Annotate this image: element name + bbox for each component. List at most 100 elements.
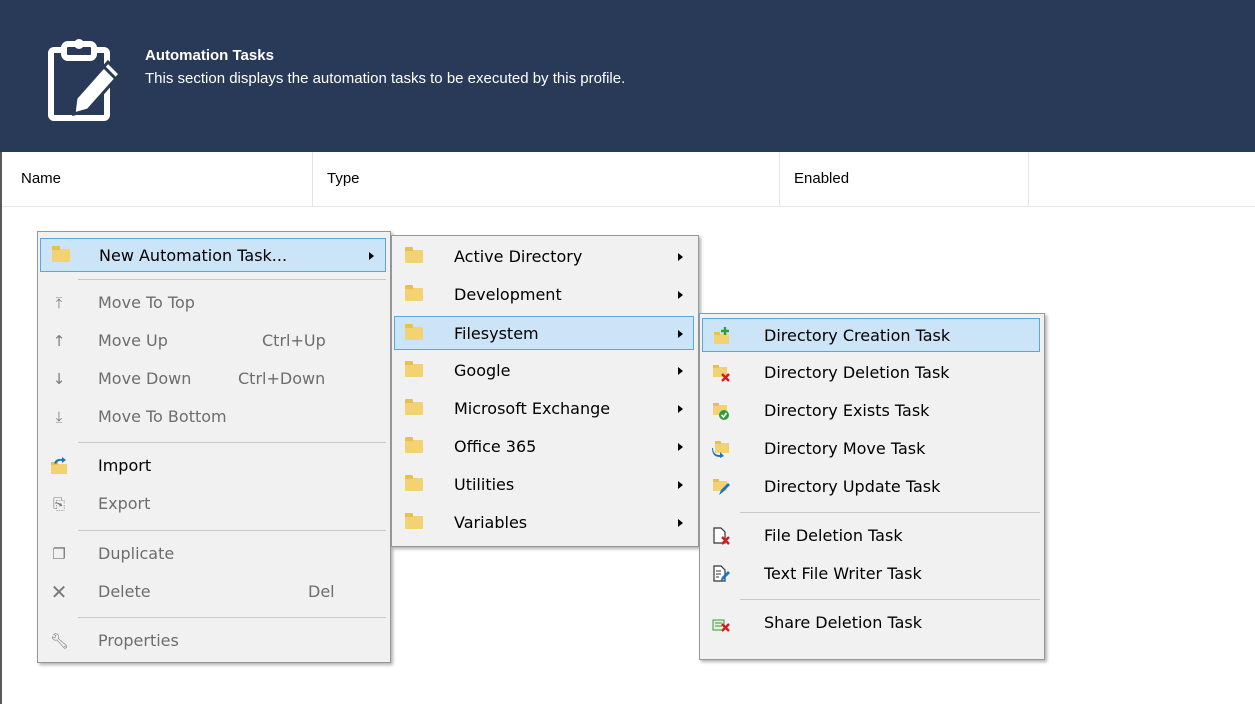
menu-item-utilities[interactable]: Utilities [394,468,694,502]
menu-separator [78,279,386,280]
menu-item-delete[interactable]: ✕ Delete Del [40,575,386,609]
move-to-bottom-icon: ⤓ [55,408,63,426]
menu-separator [78,442,386,443]
column-divider[interactable] [1028,152,1029,206]
arrow-up-icon: ↑ [52,332,66,350]
menu-item-filesystem[interactable]: Filesystem [394,316,694,350]
menu-item-label: Move To Bottom [98,407,227,426]
menu-separator [78,530,386,531]
submenu-arrow-icon [678,291,683,299]
menu-item-directory-exists-task[interactable]: Directory Exists Task [702,394,1040,428]
filesystem-submenu: Directory Creation Task Directory Deleti… [699,313,1045,660]
folder-move-icon [712,440,730,458]
folder-delete-icon [712,364,730,382]
menu-item-label: Development [454,285,562,304]
menu-item-share-deletion-task[interactable]: Share Deletion Task [702,606,1040,640]
menu-item-new-automation-task[interactable]: New Automation Task... [40,238,386,272]
submenu-arrow-icon [369,252,374,260]
folder-icon [405,399,423,415]
submenu-arrow-icon [678,330,683,338]
menu-item-google[interactable]: Google [394,354,694,388]
menu-item-label: Share Deletion Task [764,613,922,632]
menu-item-shortcut: Del [308,582,335,601]
column-enabled[interactable]: Enabled [794,152,849,206]
menu-item-label: Text File Writer Task [764,564,922,583]
menu-item-text-file-writer-task[interactable]: Text File Writer Task [702,557,1040,591]
menu-item-label: Office 365 [454,437,537,456]
menu-item-export[interactable]: ⎘ Export [40,487,386,521]
section-header: Automation Tasks This section displays t… [0,0,1255,152]
menu-item-variables[interactable]: Variables [394,506,694,540]
menu-item-label: Google [454,361,511,380]
submenu-arrow-icon [678,443,683,451]
menu-item-label: Filesystem [454,324,539,343]
file-edit-icon [712,565,730,583]
category-submenu: Active Directory Development Filesystem … [391,235,699,547]
column-name[interactable]: Name [21,152,61,206]
menu-item-directory-move-task[interactable]: Directory Move Task [702,432,1040,466]
menu-item-label: Directory Creation Task [764,326,951,345]
column-type[interactable]: Type [327,152,360,206]
file-delete-icon [712,527,730,545]
menu-item-move-to-bottom[interactable]: ⤓ Move To Bottom [40,400,386,434]
submenu-arrow-icon [678,367,683,375]
menu-item-label: Directory Update Task [764,477,941,496]
menu-item-label: Microsoft Exchange [454,399,611,418]
folder-icon [405,361,423,377]
menu-item-microsoft-exchange[interactable]: Microsoft Exchange [394,392,694,426]
menu-item-label: Directory Move Task [764,439,926,458]
menu-item-label: File Deletion Task [764,526,903,545]
section-subtitle: This section displays the automation tas… [145,70,626,87]
folder-check-icon [712,402,730,420]
submenu-arrow-icon [678,519,683,527]
menu-item-label: Directory Exists Task [764,401,930,420]
menu-item-label: Move To Top [98,293,195,312]
folder-icon [405,285,423,301]
menu-item-duplicate[interactable]: ❐ Duplicate [40,537,386,571]
menu-item-properties[interactable]: 🔧︎ Properties [40,624,386,658]
menu-separator [740,512,1040,513]
menu-item-move-up[interactable]: ↑ Move Up Ctrl+Up [40,324,386,358]
menu-item-label: Utilities [454,475,515,494]
menu-item-label: Import [98,456,152,475]
menu-item-label: Delete [98,582,151,601]
folder-edit-icon [712,478,730,496]
menu-item-label: Move Up [98,331,168,350]
menu-item-shortcut: Ctrl+Down [238,369,326,388]
menu-item-development[interactable]: Development [394,278,694,312]
menu-item-active-directory[interactable]: Active Directory [394,240,694,274]
menu-item-label: Properties [98,631,179,650]
folder-icon [52,246,70,262]
folder-add-icon [713,327,731,345]
menu-item-move-down[interactable]: ↓ Move Down Ctrl+Down [40,362,386,396]
menu-item-directory-creation-task[interactable]: Directory Creation Task [702,318,1040,352]
submenu-arrow-icon [678,481,683,489]
wrench-icon: 🔧︎ [50,632,70,650]
submenu-arrow-icon [678,405,683,413]
submenu-arrow-icon [678,253,683,261]
delete-icon: ✕ [50,580,68,604]
menu-item-file-deletion-task[interactable]: File Deletion Task [702,519,1040,553]
menu-separator [78,617,386,618]
menu-item-office-365[interactable]: Office 365 [394,430,694,464]
menu-item-shortcut: Ctrl+Up [262,331,326,350]
menu-item-move-to-top[interactable]: ⤒ Move To Top [40,286,386,320]
move-to-top-icon: ⤒ [55,294,63,312]
context-menu: New Automation Task... ⤒ Move To Top ↑ M… [37,231,391,663]
menu-item-label: Variables [454,513,528,532]
duplicate-icon: ❐ [52,545,66,563]
menu-separator [740,599,1040,600]
share-delete-icon [712,614,730,632]
folder-icon [405,475,423,491]
arrow-down-icon: ↓ [52,370,66,388]
folder-icon [405,437,423,453]
column-divider[interactable] [779,152,780,206]
menu-item-directory-deletion-task[interactable]: Directory Deletion Task [702,356,1040,390]
folder-icon [405,324,423,340]
menu-item-directory-update-task[interactable]: Directory Update Task [702,470,1040,504]
export-icon: ⎘ [52,495,65,513]
column-divider[interactable] [312,152,313,206]
menu-item-label: Active Directory [454,247,583,266]
menu-item-import[interactable]: Import [40,449,386,483]
menu-item-label: Move Down [98,369,192,388]
